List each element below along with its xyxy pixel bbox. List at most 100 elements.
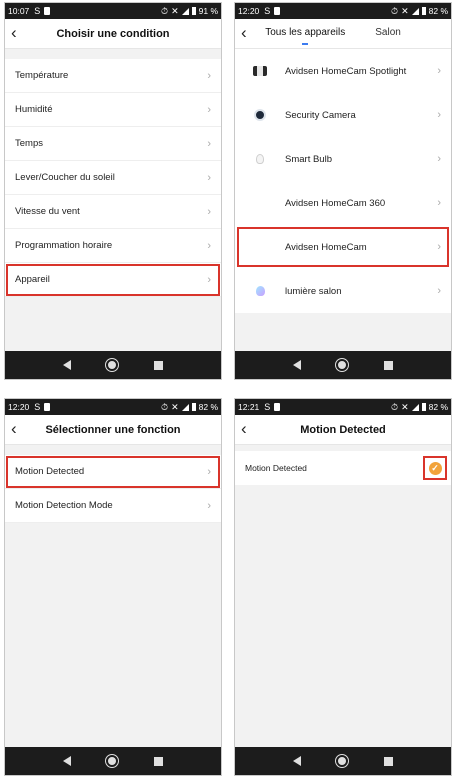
condition-item[interactable]: Programmation horaire › [5, 229, 221, 263]
screen-choose-condition: 10:07 S ⏱ ✕ 91 % ‹ Choisir une condition… [4, 2, 222, 380]
condition-item[interactable]: Lever/Coucher du soleil › [5, 161, 221, 195]
chevron-right-icon: › [437, 109, 441, 121]
nav-back-icon[interactable] [292, 360, 301, 370]
nav-back-icon[interactable] [62, 756, 71, 766]
screen-motion-detected: 12:21 S ⏱ ✕ 82 % ‹ Motion Detected Motio… [234, 398, 452, 776]
android-nav-bar [235, 747, 451, 775]
nav-recent-icon[interactable] [384, 360, 394, 370]
chevron-right-icon: › [437, 65, 441, 77]
s-icon: S [34, 6, 41, 16]
signal-icon [411, 7, 419, 15]
status-bar: 12:20 S ⏱ ✕ 82 % [235, 3, 451, 19]
device-item[interactable]: Security Camera › [235, 93, 451, 137]
function-item[interactable]: Motion Detection Mode › [5, 489, 221, 523]
nav-back-icon[interactable] [62, 360, 71, 370]
chevron-right-icon: › [207, 205, 211, 218]
battery-percent: 82 % [198, 402, 218, 412]
device-item[interactable]: Avidsen HomeCam Spotlight › [235, 49, 451, 93]
device-label: Security Camera [285, 109, 356, 121]
status-time: 12:20 [8, 402, 30, 412]
security-camera-icon-shape [254, 109, 266, 121]
tab-all-devices[interactable]: Tous les appareils [265, 27, 345, 45]
back-arrow-icon[interactable]: ‹ [11, 24, 17, 42]
nav-home-icon[interactable] [105, 358, 120, 372]
nav-home-icon[interactable] [335, 754, 350, 768]
s-icon: S [264, 402, 271, 412]
battery-icon [191, 7, 196, 15]
device-label: Avidsen HomeCam Spotlight [285, 65, 407, 77]
nav-home-icon[interactable] [335, 358, 350, 372]
condition-item[interactable]: Température › [5, 59, 221, 93]
nav-back-icon[interactable] [292, 756, 301, 766]
battery-icon [421, 7, 426, 15]
nav-home-icon[interactable] [105, 754, 120, 768]
room-tabs: Tous les appareils Salon [265, 24, 401, 45]
header: ‹ Tous les appareils Salon [235, 19, 451, 49]
tab-salon[interactable]: Salon [375, 27, 401, 44]
condition-item[interactable]: Vitesse du vent › [5, 195, 221, 229]
mute-icon: ✕ [401, 5, 409, 16]
checkmark-icon: ✓ [428, 461, 442, 475]
chevron-right-icon: › [207, 137, 211, 150]
chevron-right-icon: › [437, 197, 441, 209]
chevron-right-icon: › [437, 285, 441, 297]
status-bar: 12:20 S ⏱ ✕ 82 % [5, 399, 221, 415]
row-label: Programmation horaire [15, 240, 113, 251]
notification-icon [44, 7, 51, 15]
alarm-icon: ⏱ [161, 401, 169, 412]
chevron-right-icon: › [207, 69, 211, 82]
signal-icon [181, 403, 189, 411]
back-arrow-icon[interactable]: ‹ [241, 420, 247, 438]
motion-detected-option[interactable]: Motion Detected ✓ [235, 451, 451, 485]
color-bulb-icon-shape [255, 286, 265, 296]
back-arrow-icon[interactable]: ‹ [11, 420, 17, 438]
header: ‹ Motion Detected [235, 415, 451, 445]
device-item[interactable]: Smart Bulb › [235, 137, 451, 181]
mute-icon: ✕ [171, 5, 179, 16]
row-label: Lever/Coucher du soleil [15, 172, 115, 183]
chevron-right-icon: › [207, 103, 211, 116]
signal-icon [411, 403, 419, 411]
s-icon: S [264, 6, 271, 16]
page-title: Motion Detected [300, 423, 386, 436]
alarm-icon: ⏱ [391, 401, 399, 412]
device-label: Avidsen HomeCam 360 [285, 197, 386, 209]
nav-recent-icon[interactable] [154, 756, 164, 766]
spotlight-camera-icon [249, 61, 271, 81]
tab-underline [302, 42, 309, 45]
device-item[interactable]: Avidsen HomeCam › [235, 225, 451, 269]
spotlight-camera-icon-shape [253, 66, 267, 76]
condition-item[interactable]: Humidité › [5, 93, 221, 127]
status-bar: 10:07 S ⏱ ✕ 91 % [5, 3, 221, 19]
condition-list: Température › Humidité › Temps › Lever/Coucher… [5, 59, 221, 297]
row-label: Vitesse du vent [15, 206, 80, 217]
check-highlight[interactable]: ✓ [423, 456, 447, 480]
bulb-icon [249, 149, 271, 169]
notification-icon [274, 7, 281, 15]
nav-recent-icon[interactable] [384, 756, 394, 766]
device-label: Avidsen HomeCam [285, 241, 367, 253]
nav-recent-icon[interactable] [154, 360, 164, 370]
device-label: Smart Bulb [285, 153, 332, 165]
device-icon-placeholder [249, 193, 271, 213]
notification-icon [274, 403, 281, 411]
device-item[interactable]: Avidsen HomeCam 360 › [235, 181, 451, 225]
row-label: Appareil [15, 274, 50, 285]
function-item[interactable]: Motion Detected › [5, 455, 221, 489]
screen-device-list: 12:20 S ⏱ ✕ 82 % ‹ Tous les appareils Sa… [234, 2, 452, 380]
signal-icon [181, 7, 189, 15]
screen-select-function: 12:20 S ⏱ ✕ 82 % ‹ Sélectionner une fonc… [4, 398, 222, 776]
s-icon: S [34, 402, 41, 412]
condition-item[interactable]: Appareil › [5, 263, 221, 297]
option-label: Motion Detected [245, 463, 307, 473]
chevron-right-icon: › [207, 273, 211, 286]
back-arrow-icon[interactable]: ‹ [241, 24, 247, 42]
device-item[interactable]: lumière salon › [235, 269, 451, 313]
condition-item[interactable]: Temps › [5, 127, 221, 161]
header: ‹ Choisir une condition [5, 19, 221, 49]
battery-icon [421, 403, 426, 411]
row-label: Température [15, 70, 69, 81]
battery-percent: 82 % [428, 402, 448, 412]
battery-percent: 91 % [198, 6, 218, 16]
chevron-right-icon: › [207, 465, 211, 478]
